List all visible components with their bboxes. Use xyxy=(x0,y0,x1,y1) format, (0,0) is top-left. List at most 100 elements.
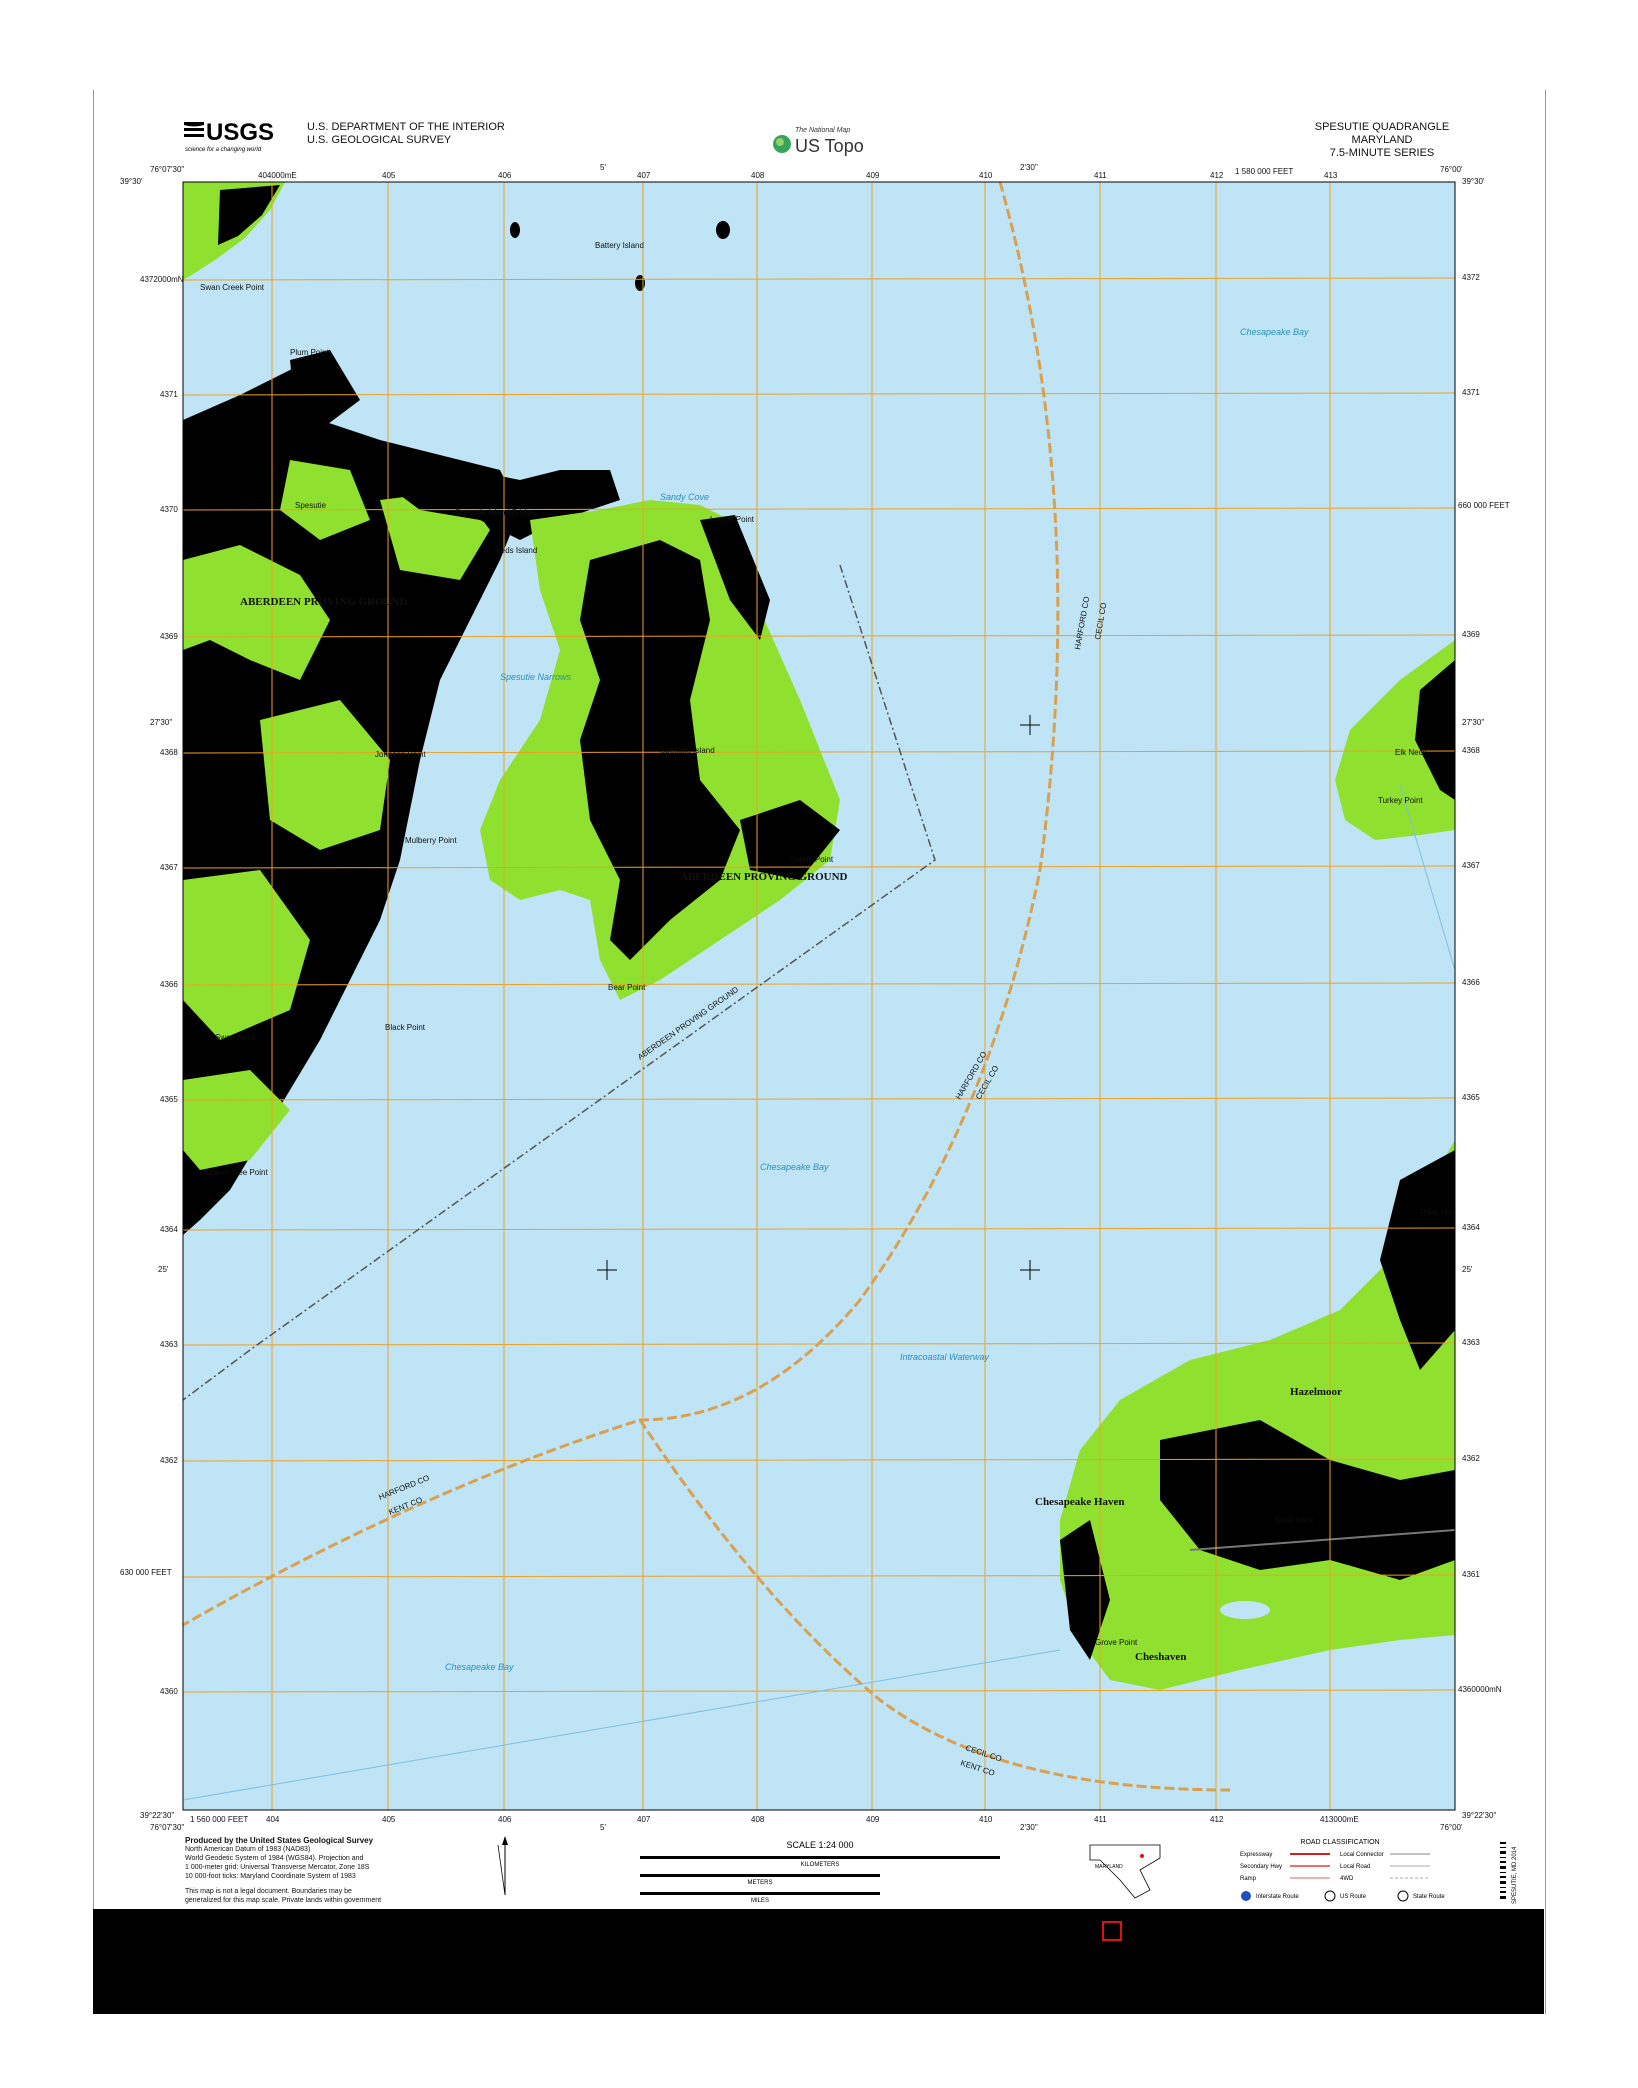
barcode: SPESUTIE, MD 2014 xyxy=(1500,1840,1522,1906)
svg-text:Local Road: Local Road xyxy=(1340,1864,1370,1870)
svg-text:405: 405 xyxy=(382,1815,396,1824)
label-chesapeake-bay-3: Chesapeake Bay xyxy=(445,1662,514,1672)
label-apg-1: ABERDEEN PROVING GROUND xyxy=(240,596,408,608)
svg-text:Secondary Hwy: Secondary Hwy xyxy=(1240,1864,1282,1870)
svg-text:412: 412 xyxy=(1210,1815,1224,1824)
svg-text:4362: 4362 xyxy=(160,1456,178,1465)
label-swan-neck: Swan Neck xyxy=(215,1033,256,1042)
svg-text:SPESUTIE, MD 2014: SPESUTIE, MD 2014 xyxy=(1512,1846,1518,1904)
svg-text:4372000mN: 4372000mN xyxy=(140,275,184,284)
label-sandy-point: Sandy Point xyxy=(790,855,834,864)
svg-text:4367: 4367 xyxy=(1462,861,1480,870)
svg-text:2'30": 2'30" xyxy=(1020,163,1038,172)
svg-text:404000mE: 404000mE xyxy=(258,171,297,180)
neds-island xyxy=(510,222,520,238)
svg-text:407: 407 xyxy=(637,1815,651,1824)
bottom-black-band xyxy=(93,1909,1544,2014)
label-bear-point: Bear Point xyxy=(608,983,646,992)
label-locust-point: Locust Point xyxy=(710,515,755,524)
label-sandy-cove: Sandy Cove xyxy=(660,492,709,502)
svg-text:4370: 4370 xyxy=(160,505,178,514)
scale-bar: SCALE 1:24 000 KILOMETERS METERS MILES xyxy=(640,1840,1000,1904)
left-ticks: 4372000mN 4371 4370 4369 27'30" 4368 436… xyxy=(120,275,184,1696)
datum-line: World Geodetic System of 1984 (WGS84). P… xyxy=(185,1855,364,1862)
svg-text:4365: 4365 xyxy=(160,1095,178,1104)
label-cheshaven: Cheshaven xyxy=(1135,1651,1186,1663)
label-cherry-tree-point: Cherry Tree Point xyxy=(205,1168,268,1177)
svg-text:4WD: 4WD xyxy=(1340,1876,1354,1882)
svg-text:406: 406 xyxy=(498,171,512,180)
svg-text:404: 404 xyxy=(266,1815,280,1824)
svg-text:4366: 4366 xyxy=(1462,978,1480,987)
svg-text:4364: 4364 xyxy=(160,1225,178,1234)
svg-text:410: 410 xyxy=(979,1815,993,1824)
svg-text:State Route: State Route xyxy=(1413,1894,1445,1900)
corner-sw-lon: 76°07'30" xyxy=(150,1823,184,1832)
datum-line: North American Datum of 1983 (NAD83) xyxy=(185,1846,311,1853)
svg-text:Local Connector: Local Connector xyxy=(1340,1852,1384,1858)
svg-text:406: 406 xyxy=(498,1815,512,1824)
svg-text:4363: 4363 xyxy=(1462,1338,1480,1347)
label-mulberry-point: Mulberry Point xyxy=(405,836,457,845)
svg-text:4368: 4368 xyxy=(1462,746,1480,755)
corner-se-lat: 39°22'30" xyxy=(1462,1811,1496,1820)
svg-text:Interstate Route: Interstate Route xyxy=(1256,1894,1299,1900)
svg-text:413000mE: 413000mE xyxy=(1320,1815,1359,1824)
label-steel-neck: Steel Neck xyxy=(1275,1516,1315,1525)
corner-ne-lat: 39°30' xyxy=(1462,177,1485,186)
svg-text:MILES: MILES xyxy=(751,1898,769,1904)
right-ticks: 4372 4371 660 000 FEET 4369 27'30" 4368 … xyxy=(1458,273,1510,1694)
svg-text:Ramp: Ramp xyxy=(1240,1876,1257,1882)
label-chesapeake-haven: Chesapeake Haven xyxy=(1035,1496,1125,1508)
svg-text:4368: 4368 xyxy=(160,748,178,757)
svg-text:MARYLAND: MARYLAND xyxy=(1095,1864,1123,1870)
datum-line: 1 000-meter grid: Universal Transverse M… xyxy=(185,1864,370,1871)
svg-text:660 000 FEET: 660 000 FEET xyxy=(1458,501,1510,510)
svg-text:4372: 4372 xyxy=(1462,273,1480,282)
svg-text:25': 25' xyxy=(158,1265,169,1274)
svg-text:4363: 4363 xyxy=(160,1340,178,1349)
label-neds-island: Neds Island xyxy=(495,546,537,555)
top-ticks: 404000mE 405 406 5' 407 408 409 410 2'30… xyxy=(258,163,1338,180)
svg-text:405: 405 xyxy=(382,171,396,180)
label-spesutie: Spesutie xyxy=(295,501,327,510)
state-route-shield-icon xyxy=(1397,1890,1409,1902)
datum-line: This map is not a legal document. Bounda… xyxy=(185,1888,352,1895)
label-apg-2: ABERDEEN PROVING GROUND xyxy=(680,871,848,883)
label-chesapeake-bay-2: Chesapeake Bay xyxy=(760,1162,829,1172)
label-spesutie-island: Spesutie Island xyxy=(660,746,715,755)
label-spesutie-narrows: Spesutie Narrows xyxy=(500,672,572,682)
label-grove-point: Grove Point xyxy=(1095,1638,1138,1647)
svg-text:2'30": 2'30" xyxy=(1020,1823,1038,1832)
svg-text:4362: 4362 xyxy=(1462,1454,1480,1463)
svg-text:27'30": 27'30" xyxy=(150,718,172,727)
svg-text:5': 5' xyxy=(600,1823,606,1832)
corner-nw-lat: 39°30' xyxy=(120,177,143,186)
svg-text:408: 408 xyxy=(751,171,765,180)
svg-text:409: 409 xyxy=(866,171,880,180)
svg-text:US Route: US Route xyxy=(1340,1894,1367,1900)
svg-text:4371: 4371 xyxy=(160,390,178,399)
topographic-map: Battery Island Swan Creek Point Plum Poi… xyxy=(120,163,1522,1906)
label-bridge: Spesutie Island Bridge xyxy=(455,508,536,517)
bottom-ticks: 1 560 000 FEET 404 405 406 5' 407 408 40… xyxy=(190,1815,1359,1832)
label-chesapeake-bay-1: Chesapeake Bay xyxy=(1240,327,1309,337)
svg-text:1 580 000 FEET: 1 580 000 FEET xyxy=(1235,167,1293,176)
corner-sw-lat: 39°22'30" xyxy=(140,1811,174,1820)
svg-text:25': 25' xyxy=(1462,1265,1473,1274)
north-arrow-icon xyxy=(497,1836,508,1896)
label-elk-neck: Elk Neck xyxy=(1395,748,1428,757)
svg-text:4369: 4369 xyxy=(1462,630,1480,639)
svg-text:630 000 FEET: 630 000 FEET xyxy=(120,1568,172,1577)
svg-text:4371: 4371 xyxy=(1462,388,1480,397)
datum-line: 10 000-foot ticks: Maryland Coordinate S… xyxy=(185,1873,356,1880)
svg-text:413: 413 xyxy=(1324,171,1338,180)
svg-text:METERS: METERS xyxy=(747,1880,772,1886)
us-route-shield-icon xyxy=(1324,1890,1336,1902)
svg-text:1 560 000 FEET: 1 560 000 FEET xyxy=(190,1815,248,1824)
svg-text:4364: 4364 xyxy=(1462,1223,1480,1232)
svg-text:408: 408 xyxy=(751,1815,765,1824)
label-battery-island: Battery Island xyxy=(595,241,644,250)
label-johnson-point: Johnson Point xyxy=(375,750,426,759)
label-black-point: Black Point xyxy=(385,1023,426,1032)
